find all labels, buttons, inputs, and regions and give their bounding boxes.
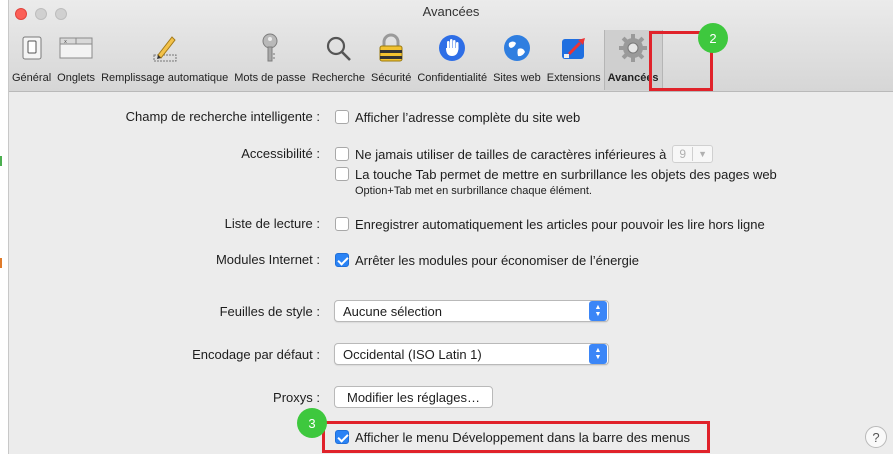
up-down-arrows-icon: ▲ ▼ — [589, 344, 607, 364]
encoding-label: Encodage par défaut : — [192, 347, 320, 362]
help-button[interactable]: ? — [865, 426, 887, 448]
stylesheet-label: Feuilles de style : — [219, 304, 320, 319]
develop-menu-row: Afficher le menu Développement dans la b… — [335, 427, 690, 447]
switch-icon — [15, 32, 49, 64]
pencil-icon — [148, 32, 182, 64]
show-full-address-checkbox[interactable] — [335, 110, 349, 124]
gear-icon — [616, 32, 650, 64]
smart-search-label: Champ de recherche intelligente : — [125, 109, 320, 124]
puzzle-icon — [557, 32, 591, 64]
tab-security[interactable]: Sécurité — [368, 30, 414, 90]
min-font-size-select[interactable]: 9 ▼ — [672, 145, 714, 163]
tab-search[interactable]: Recherche — [309, 30, 368, 90]
tab-highlight-checkbox[interactable] — [335, 167, 349, 181]
step-badge-3: 3 — [297, 408, 327, 438]
accessibility-row-1: Ne jamais utiliser de tailles de caractè… — [335, 144, 714, 164]
step-badge-2: 2 — [698, 23, 728, 53]
reading-list-row: Enregistrer automatiquement les articles… — [335, 214, 765, 234]
up-down-arrows-icon: ▲ ▼ — [589, 301, 607, 321]
accessibility-note-row: Option+Tab met en surbrillance chaque él… — [355, 181, 592, 201]
save-articles-offline-checkbox[interactable] — [335, 217, 349, 231]
tab-highlight-note: Option+Tab met en surbrillance chaque él… — [355, 185, 592, 197]
tab-tabs[interactable]: x Onglets — [54, 30, 98, 90]
tab-websites[interactable]: Sites web — [490, 30, 544, 90]
preferences-toolbar: Général x Onglets Remplissage automatiqu… — [9, 30, 663, 90]
tabs-icon: x — [59, 32, 93, 64]
globe-icon — [500, 32, 534, 64]
svg-text:x: x — [64, 39, 67, 45]
tab-general[interactable]: Général — [9, 30, 54, 90]
chevron-down-icon: ▼ — [698, 149, 708, 159]
tab-extensions[interactable]: Extensions — [544, 30, 604, 90]
key-icon — [253, 32, 287, 64]
padlock-icon — [374, 32, 408, 64]
show-develop-menu-checkbox[interactable] — [335, 430, 349, 444]
accessibility-label: Accessibilité : — [241, 146, 320, 161]
stop-plugins-checkbox[interactable] — [335, 253, 349, 267]
proxies-label: Proxys : — [273, 390, 320, 405]
default-encoding-select[interactable]: Occidental (ISO Latin 1) ▲ ▼ — [334, 343, 609, 365]
reading-list-label: Liste de lecture : — [224, 216, 320, 231]
window-title: Avancées — [422, 4, 480, 19]
min-font-size-checkbox[interactable] — [335, 147, 349, 161]
smart-search-row: Afficher l’adresse complète du site web — [335, 107, 580, 127]
title-bar: Avancées Général x Onglets Remplissage a… — [9, 0, 893, 92]
tab-privacy[interactable]: Confidentialité — [414, 30, 490, 90]
stylesheet-select[interactable]: Aucune sélection ▲ ▼ — [334, 300, 609, 322]
plugins-row: Arrêter les modules pour économiser de l… — [335, 250, 639, 270]
hand-icon — [435, 32, 469, 64]
tab-passwords[interactable]: Mots de passe — [231, 30, 309, 90]
magnifier-icon — [321, 32, 355, 64]
change-proxy-settings-button[interactable]: Modifier les réglages… — [334, 386, 493, 408]
tab-autofill[interactable]: Remplissage automatique — [98, 30, 231, 90]
plugins-label: Modules Internet : — [215, 252, 320, 267]
